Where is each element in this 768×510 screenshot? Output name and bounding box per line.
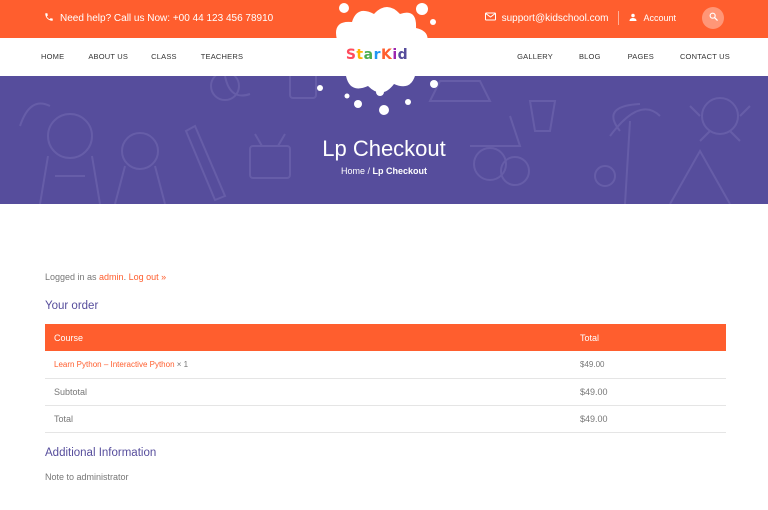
course-cell: Learn Python – Interactive Python × 1 [45,351,571,379]
page-title: Lp Checkout [322,136,446,161]
breadcrumb-home[interactable]: Home [341,166,365,176]
email-text: support@kidschool.com [501,12,609,24]
course-quantity: × 1 [174,360,189,370]
search-button[interactable] [702,7,724,29]
nav-teachers[interactable]: TEACHERS [201,52,243,61]
note-to-admin-label: Note to administrator [45,471,129,482]
logged-in-notice: Logged in as admin. Log out » [45,272,726,282]
course-link[interactable]: Learn Python – Interactive Python [54,360,175,369]
table-row: Total $49.00 [45,405,726,433]
breadcrumb-current: Lp Checkout [372,166,428,176]
user-icon [629,13,637,23]
divider [618,11,620,25]
table-header-row: Course Total [45,324,726,351]
total-value: $49.00 [571,405,726,433]
subtotal-value: $49.00 [571,378,726,406]
subtotal-label: Subtotal [45,378,571,406]
admin-link[interactable]: admin [99,272,124,282]
breadcrumb-separator: / [364,166,373,176]
nav-pages[interactable]: PAGES [628,52,654,61]
your-order-heading: Your order [45,300,99,312]
site-logo[interactable]: StarKid [312,0,442,115]
additional-information-heading: Additional Information [45,446,157,459]
total-label: Total [45,405,571,433]
table-row: Learn Python – Interactive Python × 1 $4… [45,351,726,379]
search-icon [709,12,718,24]
phone-icon [44,12,54,25]
nav-about-us[interactable]: ABOUT US [88,52,128,61]
logged-in-prefix: Logged in as [45,272,100,282]
envelope-icon [484,12,496,24]
help-contact: Need help? Call us Now: +00 44 123 456 7… [44,12,273,25]
column-header-total: Total [571,324,726,351]
order-table: Course Total Learn Python – Interactive … [45,324,726,433]
support-email[interactable]: support@kidschool.com [484,12,609,24]
nav-contact-us[interactable]: CONTACT US [680,52,730,61]
help-text: Need help? Call us Now: +00 44 123 456 7… [60,13,274,24]
course-price: $49.00 [571,351,726,379]
table-row: Subtotal $49.00 [45,378,726,406]
checkout-content: Logged in as admin. Log out » Your order… [45,272,726,482]
breadcrumb: Home / Lp Checkout [0,166,768,176]
account-link[interactable]: Account [629,13,676,23]
column-header-course: Course [45,324,571,351]
course-price-value: $49.00 [580,360,605,370]
account-label: Account [643,13,676,23]
nav-gallery[interactable]: GALLERY [517,52,553,61]
logo-text: StarKid [345,47,409,63]
nav-home[interactable]: HOME [41,52,64,61]
nav-blog[interactable]: BLOG [579,52,601,61]
nav-class[interactable]: CLASS [151,52,177,61]
logout-link[interactable]: Log out » [129,272,167,282]
